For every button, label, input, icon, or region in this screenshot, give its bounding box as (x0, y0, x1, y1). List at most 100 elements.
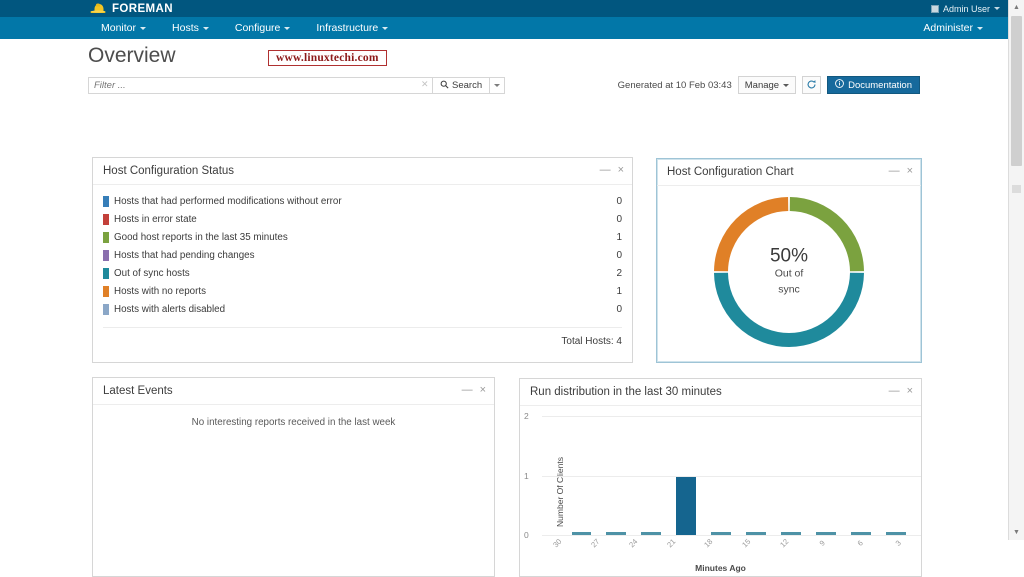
nav-item-label: Infrastructure (316, 22, 379, 34)
nav-item-configure[interactable]: Configure (222, 17, 304, 39)
status-row[interactable]: Out of sync hosts 2 (103, 264, 622, 282)
x-tick-slot: 3 (883, 537, 921, 557)
chevron-down-icon (994, 7, 1000, 10)
minimize-icon[interactable]: — (600, 165, 611, 176)
documentation-button[interactable]: Documentation (827, 76, 920, 94)
chevron-down-icon (284, 26, 291, 30)
panel-title: Host Configuration Chart (667, 166, 794, 178)
panel-header: Run distribution in the last 30 minutes … (520, 379, 921, 406)
x-axis-tick: 9 (817, 538, 828, 548)
status-row[interactable]: Good host reports in the last 35 minutes… (103, 228, 622, 246)
status-color-swatch (103, 285, 109, 297)
status-label: Hosts in error state (114, 213, 197, 225)
search-button[interactable]: Search (433, 77, 491, 94)
gridline (542, 535, 921, 536)
status-list: Hosts that had performed modifications w… (93, 185, 632, 318)
status-count: 0 (616, 213, 622, 225)
donut-segment[interactable] (714, 272, 864, 347)
close-icon[interactable]: × (907, 386, 913, 397)
watermark: www.linuxtechi.com (268, 50, 387, 66)
y-axis-tick: 1 (524, 470, 529, 481)
status-count: 0 (616, 303, 622, 315)
panel-title: Latest Events (103, 385, 173, 397)
hardhat-icon (90, 1, 106, 16)
x-tick-slot: 30 (542, 537, 580, 557)
search-options-dropdown[interactable] (490, 77, 506, 94)
status-count: 1 (616, 231, 622, 243)
status-count: 0 (616, 249, 622, 261)
panel-title: Run distribution in the last 30 minutes (530, 386, 722, 398)
x-tick-slot: 21 (656, 537, 694, 557)
scrollbar-grip[interactable] (1012, 185, 1021, 193)
donut-segment[interactable] (714, 196, 789, 271)
nav-item-infrastructure[interactable]: Infrastructure (303, 17, 401, 39)
minimize-icon[interactable]: — (889, 386, 900, 397)
latest-events-empty-message: No interesting reports received in the l… (191, 417, 396, 428)
manage-dropdown-button[interactable]: Manage (737, 76, 797, 94)
refresh-icon (806, 78, 817, 93)
minimize-icon[interactable]: — (462, 385, 473, 396)
chevron-down-icon (382, 26, 389, 30)
x-axis-tick: 6 (855, 538, 865, 548)
status-row[interactable]: Hosts with alerts disabled 0 (103, 300, 622, 318)
x-axis-ticks: 30 27 24 21 18 15 12 9 6 3 (542, 537, 921, 557)
status-label: Hosts that had performed modifications w… (114, 195, 342, 207)
scroll-up-icon[interactable]: ▲ (1009, 0, 1024, 15)
panel-actions: — × (889, 386, 913, 397)
page-scrollbar[interactable]: ▲ ▼ (1008, 0, 1024, 540)
user-name: Admin User (942, 3, 990, 14)
nav-item-monitor[interactable]: Monitor (88, 17, 159, 39)
latest-events-panel: Latest Events — × No interesting reports… (92, 377, 495, 577)
total-hosts-label: Total Hosts: 4 (103, 327, 622, 347)
close-icon[interactable]: × (907, 166, 913, 177)
manage-label: Manage (744, 79, 780, 91)
user-avatar-icon (930, 4, 939, 13)
chevron-down-icon (494, 84, 501, 87)
status-row[interactable]: Hosts with no reports 1 (103, 282, 622, 300)
donut-segment[interactable] (789, 196, 864, 271)
refresh-button[interactable] (802, 76, 822, 94)
documentation-label: Documentation (848, 79, 912, 91)
status-row[interactable]: Hosts that had pending changes 0 (103, 246, 622, 264)
bar[interactable] (676, 475, 697, 535)
x-tick-slot: 9 (807, 537, 845, 557)
status-label: Hosts that had pending changes (114, 249, 255, 261)
x-tick-slot: 12 (769, 537, 807, 557)
toolbar-right: Generated at 10 Feb 03:43 Manage Documen… (618, 76, 920, 94)
status-color-swatch (103, 267, 109, 279)
status-color-swatch (103, 195, 109, 207)
close-icon[interactable]: ✕ (421, 80, 429, 89)
status-row[interactable]: Hosts that had performed modifications w… (103, 192, 622, 210)
status-row[interactable]: Hosts in error state 0 (103, 210, 622, 228)
panel-actions: — × (462, 385, 486, 396)
nav-item-label: Configure (234, 22, 281, 34)
status-count: 0 (616, 195, 622, 207)
page-title: Overview (88, 44, 176, 67)
close-icon[interactable]: × (618, 165, 624, 176)
panel-actions: — × (600, 165, 624, 176)
user-menu[interactable]: Admin User (930, 3, 1000, 14)
status-color-swatch (103, 231, 109, 243)
panel-title: Host Configuration Status (103, 165, 235, 177)
nav-item-administer[interactable]: Administer (910, 17, 996, 39)
nav-items: Monitor Hosts Configure Infrastructure (88, 17, 401, 39)
minimize-icon[interactable]: — (889, 166, 900, 177)
search-icon (440, 80, 449, 92)
status-label: Hosts with alerts disabled (114, 303, 226, 315)
panel-header: Latest Events — × (93, 378, 494, 405)
close-icon[interactable]: × (480, 385, 486, 396)
status-label: Good host reports in the last 35 minutes (114, 231, 288, 243)
chevron-down-icon (202, 26, 209, 30)
main-navbar: Monitor Hosts Configure Infrastructure A… (0, 17, 1008, 39)
scrollbar-thumb[interactable] (1011, 16, 1022, 166)
y-axis-tick: 2 (524, 411, 529, 421)
search-input[interactable] (88, 77, 433, 94)
search-bar: ✕ Search (88, 77, 506, 94)
panel-actions: — × (889, 166, 913, 177)
brand-logo-link[interactable]: FOREMAN (90, 1, 173, 16)
nav-item-hosts[interactable]: Hosts (159, 17, 222, 39)
panel-header: Host Configuration Status — × (93, 158, 632, 185)
scroll-down-icon[interactable]: ▼ (1009, 525, 1024, 540)
host-configuration-status-panel: Host Configuration Status — × Hosts that… (92, 157, 633, 363)
y-axis-tick: 0 (524, 530, 529, 540)
